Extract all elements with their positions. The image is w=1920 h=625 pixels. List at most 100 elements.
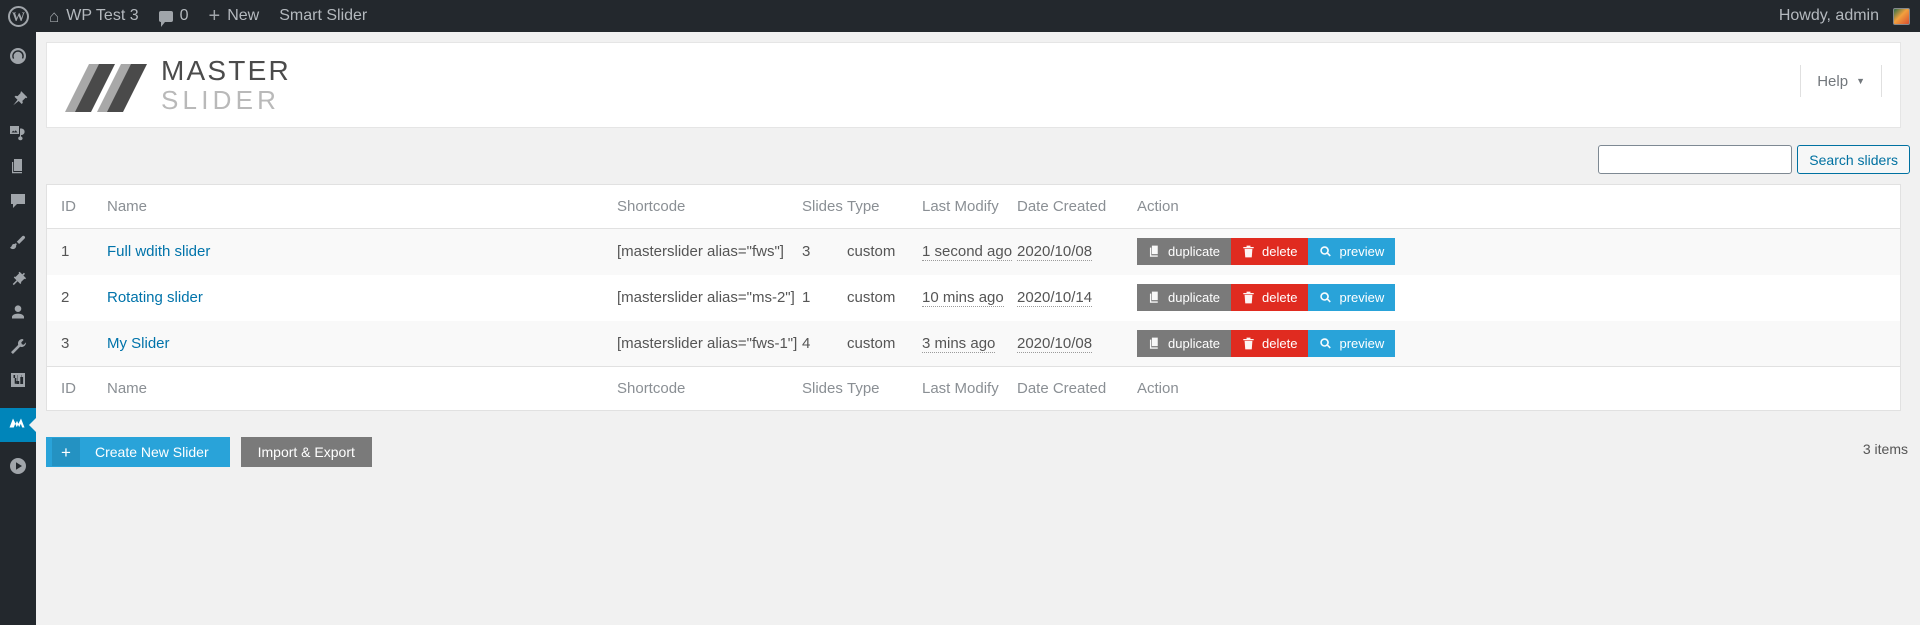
footer-actions: + Create New Slider Import & Export <box>46 437 372 467</box>
cell-id: 2 <box>61 289 70 306</box>
create-new-slider-button[interactable]: + Create New Slider <box>46 437 230 467</box>
user-icon <box>8 302 28 327</box>
menu-spacer <box>0 75 36 84</box>
sidebar-item-media[interactable] <box>0 118 36 152</box>
cell-slides: 1 <box>802 289 811 306</box>
table-body: 1 Full wdith slider [masterslider alias=… <box>47 228 1900 367</box>
items-count: 3 items <box>1862 441 1908 457</box>
slider-name-link[interactable]: My Slider <box>107 335 170 352</box>
wp-logo-menu[interactable]: W <box>0 0 39 32</box>
column-header-name: Name <box>107 185 617 229</box>
column-footer-action: Action <box>1137 366 1900 410</box>
delete-label: delete <box>1262 244 1298 260</box>
trash-icon <box>1243 291 1254 304</box>
date-created-value: 2020/10/08 <box>1017 243 1093 262</box>
help-label: Help <box>1817 72 1849 90</box>
smart-slider-label: Smart Slider <box>279 7 368 24</box>
comment-bubble-icon <box>158 10 173 27</box>
sidebar-item-settings[interactable] <box>0 365 36 399</box>
sidebar-item-comments[interactable] <box>0 186 36 220</box>
sidebar-item-users[interactable] <box>0 297 36 331</box>
delete-label: delete <box>1262 335 1298 351</box>
avatar <box>1893 7 1910 25</box>
preview-button[interactable]: preview <box>1308 238 1396 266</box>
site-name-menu[interactable]: ⌂ WP Test 3 <box>39 0 149 32</box>
slider-name-link[interactable]: Full wdith slider <box>107 243 210 260</box>
sliders-table-wrap: ID Name Shortcode Slides Type Last Modif… <box>46 184 1901 411</box>
duplicate-label: duplicate <box>1168 335 1221 351</box>
preview-label: preview <box>1339 290 1385 305</box>
column-footer-shortcode: Shortcode <box>617 366 802 410</box>
menu-spacer <box>0 442 36 451</box>
table-foot: ID Name Shortcode Slides Type Last Modif… <box>47 366 1900 410</box>
sidebar-item-plugins[interactable] <box>0 263 36 297</box>
wrench-icon <box>8 336 28 361</box>
cell-shortcode: [masterslider alias="fws"] <box>617 228 802 275</box>
column-footer-slides: Slides <box>802 366 847 410</box>
column-header-id: ID <box>47 185 107 229</box>
duplicate-button[interactable]: duplicate <box>1137 238 1232 266</box>
create-new-slider-label: Create New Slider <box>95 444 209 460</box>
logo-slider-text: SLIDER <box>161 85 281 115</box>
sidebar-item-master-slider[interactable] <box>0 408 37 442</box>
smart-slider-menu[interactable]: Smart Slider <box>269 0 377 32</box>
search-area: Search sliders <box>1598 145 1910 174</box>
copy-icon <box>1149 291 1158 303</box>
wp-admin-bar: W ⌂ WP Test 3 0 + New Smart Slider Howdy… <box>0 0 1920 32</box>
sidebar-item-dashboard[interactable] <box>0 41 36 75</box>
magnifier-icon <box>1320 292 1332 303</box>
sidebar-item-tools[interactable] <box>0 331 36 365</box>
menu-spacer <box>0 220 36 229</box>
cell-last-modify: 1 second ago <box>922 228 1017 275</box>
preview-button[interactable]: preview <box>1308 329 1396 357</box>
search-input[interactable] <box>1598 145 1793 174</box>
cell-actions: duplicate delete preview <box>1137 228 1900 275</box>
masterslider-logo: MASTER SLIDER <box>65 57 291 113</box>
media-icon <box>8 123 28 148</box>
pin-icon <box>8 89 28 114</box>
duplicate-button[interactable]: duplicate <box>1137 329 1232 357</box>
duplicate-label: duplicate <box>1168 244 1221 260</box>
new-content-menu[interactable]: + New <box>199 0 270 32</box>
sidebar-item-appearance[interactable] <box>0 229 36 263</box>
masterslider-logo-mark <box>65 64 147 112</box>
sliders-icon <box>8 370 28 395</box>
masterslider-m-icon <box>8 413 28 438</box>
plug-icon <box>8 268 28 293</box>
column-header-action: Action <box>1137 185 1900 229</box>
play-circle-icon <box>8 456 28 481</box>
preview-button[interactable]: preview <box>1308 284 1396 311</box>
sidebar-item-smart-slider[interactable] <box>0 451 36 485</box>
row-action-buttons: duplicate delete preview <box>1137 284 1900 311</box>
date-created-value: 2020/10/14 <box>1017 289 1093 307</box>
site-name-label: WP Test 3 <box>66 7 139 24</box>
column-footer-last-modify: Last Modify <box>922 366 1017 410</box>
duplicate-button[interactable]: duplicate <box>1137 284 1232 311</box>
cell-slides: 3 <box>802 228 847 275</box>
sliders-table: ID Name Shortcode Slides Type Last Modif… <box>47 185 1900 410</box>
chevron-down-icon: ▼ <box>1856 76 1865 86</box>
slider-name-link[interactable]: Rotating slider <box>107 289 203 306</box>
delete-button[interactable]: delete <box>1231 329 1309 357</box>
menu-spacer <box>0 399 36 408</box>
import-export-button[interactable]: Import & Export <box>240 437 372 467</box>
row-action-buttons: duplicate delete preview <box>1137 238 1900 266</box>
last-modify-value: 3 mins ago <box>922 334 996 353</box>
sidebar-item-pages[interactable] <box>0 152 36 186</box>
cell-slides: 4 <box>802 320 847 367</box>
sidebar-item-posts[interactable] <box>0 84 36 118</box>
my-account-menu[interactable]: Howdy, admin <box>1769 0 1920 32</box>
help-button[interactable]: Help ▼ <box>1800 65 1882 97</box>
last-modify-value: 10 mins ago <box>922 289 1004 307</box>
comments-menu[interactable]: 0 <box>149 0 199 32</box>
column-footer-id: ID <box>47 366 107 410</box>
brush-icon <box>8 234 28 259</box>
cell-type: custom <box>847 289 896 306</box>
cell-shortcode: [masterslider alias="ms-2"] <box>617 289 795 306</box>
search-sliders-button[interactable]: Search sliders <box>1797 145 1910 174</box>
delete-button[interactable]: delete <box>1231 238 1309 266</box>
table-row: 3 My Slider [masterslider alias="fws-1"]… <box>47 320 1900 367</box>
cell-date-created: 2020/10/08 <box>1017 228 1137 275</box>
copy-icon <box>1149 245 1158 257</box>
delete-button[interactable]: delete <box>1231 284 1309 311</box>
